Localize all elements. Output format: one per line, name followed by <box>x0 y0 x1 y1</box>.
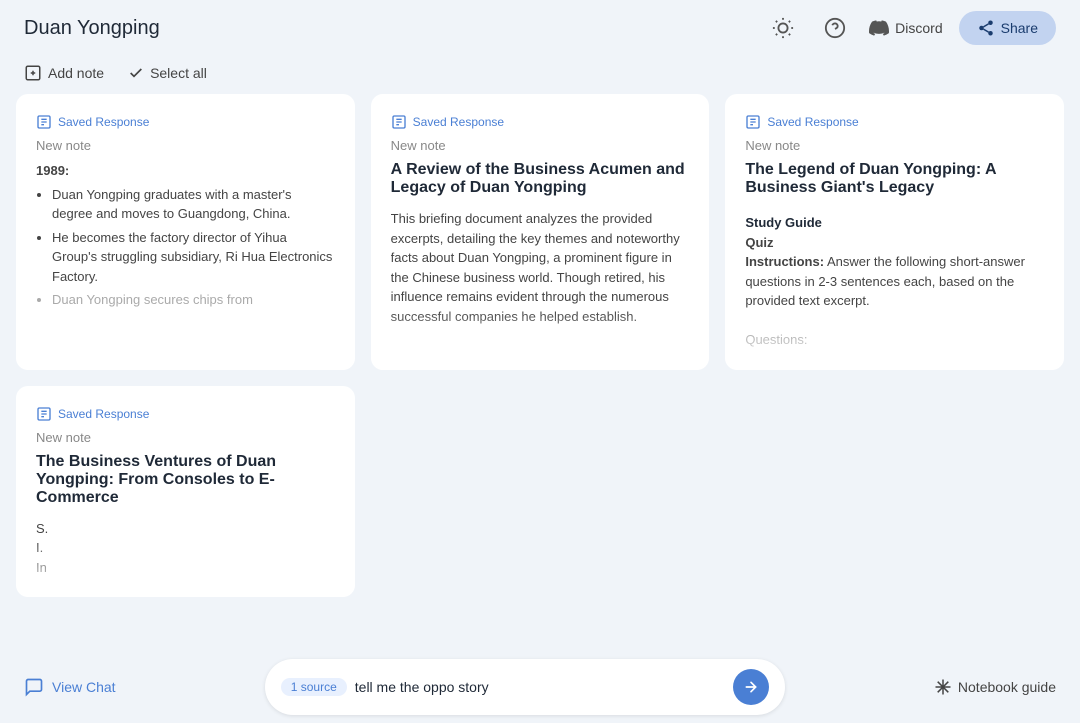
card-4-badge: Saved Response <box>36 406 335 422</box>
page-title: Duan Yongping <box>24 17 160 40</box>
quiz-label: Quiz <box>745 235 773 250</box>
card-2-badge: Saved Response <box>391 114 690 130</box>
card-3[interactable]: Saved Response New note The Legend of Du… <box>725 94 1064 370</box>
view-chat-button[interactable]: View Chat <box>24 677 116 697</box>
card-2-badge-label: Saved Response <box>413 115 504 129</box>
select-all-button[interactable]: Select all <box>128 65 207 81</box>
sun-icon <box>772 17 794 39</box>
card-1-list-item-2: He becomes the factory director of Yihua… <box>52 228 335 287</box>
card-4[interactable]: Saved Response New note The Business Ven… <box>16 386 355 598</box>
input-area: 1 source <box>265 659 785 715</box>
view-chat-icon <box>24 677 44 697</box>
card-4-badge-label: Saved Response <box>58 407 149 421</box>
card-1-badge-label: Saved Response <box>58 115 149 129</box>
discord-label: Discord <box>895 20 942 36</box>
card-4-title: The Business Ventures of Duan Yongping: … <box>36 453 335 507</box>
theme-toggle-button[interactable] <box>765 10 801 46</box>
saved-response-icon-3 <box>745 114 761 130</box>
notebook-guide-button[interactable]: Notebook guide <box>934 678 1056 696</box>
share-label: Share <box>1001 20 1038 36</box>
share-icon <box>977 19 995 37</box>
card-1-list-item-1: Duan Yongping graduates with a master's … <box>52 185 335 224</box>
header-actions: Discord Share <box>765 10 1056 46</box>
card-2-subtitle: New note <box>391 138 690 153</box>
card-1-year: 1989: <box>36 161 335 181</box>
card-2-fade <box>371 310 710 370</box>
select-all-label: Select all <box>150 65 207 81</box>
card-2-title: A Review of the Business Acumen and Lega… <box>391 161 690 197</box>
card-1-fade <box>16 310 355 370</box>
card-1-badge: Saved Response <box>36 114 335 130</box>
card-1-list: Duan Yongping graduates with a master's … <box>36 185 335 310</box>
card-3-fade <box>725 310 1064 370</box>
card-3-badge: Saved Response <box>745 114 1044 130</box>
empty-slot-2 <box>725 386 1064 598</box>
share-button[interactable]: Share <box>959 11 1056 45</box>
notebook-guide-label: Notebook guide <box>958 679 1056 695</box>
add-note-label: Add note <box>48 65 104 81</box>
card-2[interactable]: Saved Response New note A Review of the … <box>371 94 710 370</box>
add-note-button[interactable]: Add note <box>24 64 104 82</box>
add-note-icon <box>24 64 42 82</box>
send-arrow-icon <box>743 679 759 695</box>
discord-icon <box>869 18 889 38</box>
cards-grid: Saved Response New note 1989: Duan Yongp… <box>0 94 1080 613</box>
card-1-content: 1989: Duan Yongping graduates with a mas… <box>36 161 335 314</box>
help-icon <box>824 17 846 39</box>
chat-input[interactable] <box>355 679 725 695</box>
card-4-fade <box>16 537 355 597</box>
card-1-list-item-3: Duan Yongping secures chips from <box>52 290 335 310</box>
grid-all: Saved Response New note 1989: Duan Yongp… <box>16 94 1064 597</box>
instructions-label: Instructions: <box>745 254 824 269</box>
discord-button[interactable]: Discord <box>869 18 942 38</box>
saved-response-icon-4 <box>36 406 52 422</box>
study-guide-label: Study Guide <box>745 213 1044 233</box>
card-3-title: The Legend of Duan Yongping: A Business … <box>745 161 1044 197</box>
header: Duan Yongping <box>0 0 1080 56</box>
toolbar: Add note Select all <box>0 56 1080 94</box>
help-button[interactable] <box>817 10 853 46</box>
asterisk-icon <box>934 678 952 696</box>
card-1-subtitle: New note <box>36 138 335 153</box>
card-1[interactable]: Saved Response New note 1989: Duan Yongp… <box>16 94 355 370</box>
send-button[interactable] <box>733 669 769 705</box>
check-icon <box>128 65 144 81</box>
empty-slot-1 <box>371 386 710 598</box>
view-chat-label: View Chat <box>52 679 116 695</box>
saved-response-icon-1 <box>36 114 52 130</box>
card-4-subtitle: New note <box>36 430 335 445</box>
saved-response-icon-2 <box>391 114 407 130</box>
footer: View Chat 1 source Notebook guide <box>0 651 1080 723</box>
source-badge: 1 source <box>281 678 347 696</box>
card-3-badge-label: Saved Response <box>767 115 858 129</box>
card-3-subtitle: New note <box>745 138 1044 153</box>
card-2-content: This briefing document analyzes the prov… <box>391 209 690 326</box>
